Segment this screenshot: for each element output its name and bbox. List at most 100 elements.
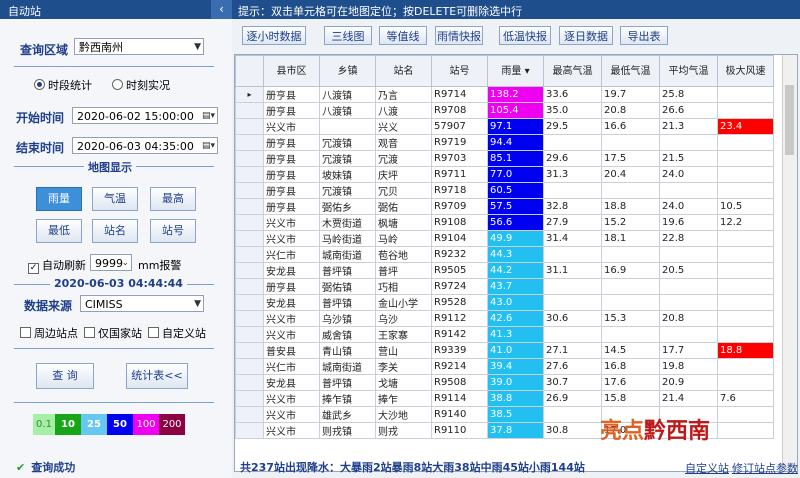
map-station-name-button[interactable]: 站名	[92, 219, 138, 243]
table-cell[interactable]: 15.8	[601, 390, 660, 407]
table-row[interactable]: 册亨县 八渡镇 八渡 R9708 105.4 35.0 20.8 26.6	[235, 102, 774, 119]
row-header[interactable]	[235, 262, 264, 279]
table-cell[interactable]: 12.2	[717, 214, 774, 231]
table-cell[interactable]: 观音	[375, 134, 432, 151]
nearby-stations-checkbox[interactable]: 周边站点	[20, 325, 78, 341]
table-cell[interactable]	[319, 118, 376, 135]
low-temp-report-button[interactable]: 低温快报	[499, 26, 551, 45]
table-cell[interactable]: 20.5	[659, 262, 718, 279]
hourly-data-button[interactable]: 逐小时数据	[242, 26, 306, 45]
table-cell[interactable]: 85.1	[487, 150, 544, 167]
table-cell[interactable]: 18.8	[601, 198, 660, 215]
table-cell[interactable]: 16.8	[601, 358, 660, 375]
table-cell[interactable]: 普坪镇	[319, 262, 376, 279]
row-header[interactable]	[235, 214, 264, 231]
col-header[interactable]: 平均气温	[659, 55, 718, 87]
table-cell[interactable]: R9104	[431, 230, 488, 247]
table-cell[interactable]: R9114	[431, 390, 488, 407]
table-cell[interactable]: 普坪镇	[319, 374, 376, 391]
table-cell[interactable]: 26.6	[659, 102, 718, 119]
table-row[interactable]: 册亨县 弼佑镇 巧相 R9724 43.7	[235, 278, 774, 295]
table-cell[interactable]	[543, 134, 602, 151]
table-cell[interactable]	[717, 406, 774, 423]
table-cell[interactable]: 31.4	[543, 230, 602, 247]
table-cell[interactable]: 44.3	[487, 246, 544, 263]
table-cell[interactable]: 城南街道	[319, 246, 376, 263]
table-cell[interactable]: 兴义	[375, 118, 432, 135]
table-row[interactable]: 安龙县 普坪镇 金山小学 R9528 43.0	[235, 294, 774, 311]
table-cell[interactable]: 冗渡镇	[319, 134, 376, 151]
row-header[interactable]	[235, 134, 264, 151]
table-cell[interactable]: 弼佑乡	[319, 198, 376, 215]
table-cell[interactable]: 普坪镇	[319, 294, 376, 311]
table-cell[interactable]: 19.8	[659, 358, 718, 375]
table-cell[interactable]: R9709	[431, 198, 488, 215]
table-cell[interactable]: 18.1	[601, 230, 660, 247]
table-cell[interactable]	[717, 278, 774, 295]
table-cell[interactable]: 20.8	[659, 310, 718, 327]
row-header[interactable]	[235, 310, 264, 327]
table-cell[interactable]: 105.4	[487, 102, 544, 119]
table-cell[interactable]: 37.8	[487, 422, 544, 439]
table-row[interactable]: 普安县 青山镇 营山 R9339 41.0 27.1 14.5 17.7 18.8	[235, 342, 774, 359]
table-cell[interactable]	[717, 166, 774, 183]
alarm-threshold-select[interactable]: 9999 ⌄	[90, 254, 132, 271]
table-cell[interactable]	[543, 294, 602, 311]
table-cell[interactable]: 16.6	[601, 118, 660, 135]
table-cell[interactable]: R9719	[431, 134, 488, 151]
table-cell[interactable]: 冗贝	[375, 182, 432, 199]
map-max-button[interactable]: 最高	[150, 187, 196, 211]
table-cell[interactable]: 城南街道	[319, 358, 376, 375]
table-cell[interactable]: 李关	[375, 358, 432, 375]
col-header[interactable]: 最低气温	[601, 55, 660, 87]
table-cell[interactable]: 57.5	[487, 198, 544, 215]
table-cell[interactable]: 16.9	[601, 262, 660, 279]
table-row[interactable]: 册亨县 冗渡镇 观音 R9719 94.4	[235, 134, 774, 151]
scrollbar-thumb[interactable]	[785, 85, 794, 155]
table-cell[interactable]	[659, 134, 718, 151]
table-cell[interactable]	[717, 230, 774, 247]
row-header[interactable]	[235, 246, 264, 263]
table-cell[interactable]: 20.8	[601, 102, 660, 119]
table-cell[interactable]: 20.9	[659, 374, 718, 391]
table-cell[interactable]	[717, 262, 774, 279]
row-header[interactable]	[235, 198, 264, 215]
table-row[interactable]: ▸ 册亨县 八渡镇 乃言 R9714 138.2 33.6 19.7 25.8	[235, 86, 774, 103]
table-cell[interactable]: 30.6	[543, 310, 602, 327]
map-rain-button[interactable]: 雨量	[36, 187, 82, 211]
table-cell[interactable]: 王家寨	[375, 326, 432, 343]
table-cell[interactable]: 兴仁市	[263, 358, 320, 375]
table-cell[interactable]: 39.4	[487, 358, 544, 375]
table-cell[interactable]: R9110	[431, 422, 488, 439]
table-cell[interactable]	[543, 278, 602, 295]
table-cell[interactable]: 巧相	[375, 278, 432, 295]
table-cell[interactable]: 弼佑镇	[319, 278, 376, 295]
table-cell[interactable]: R9112	[431, 310, 488, 327]
table-cell[interactable]: 戈塘	[375, 374, 432, 391]
table-cell[interactable]: R9714	[431, 86, 488, 103]
col-header[interactable]: 站名	[375, 55, 432, 87]
row-header[interactable]	[235, 406, 264, 423]
table-cell[interactable]: 册亨县	[263, 182, 320, 199]
table-cell[interactable]: 14.5	[601, 342, 660, 359]
table-cell[interactable]	[659, 182, 718, 199]
table-cell[interactable]: 97.1	[487, 118, 544, 135]
query-button[interactable]: 查 询	[36, 363, 94, 389]
table-cell[interactable]: 21.4	[659, 390, 718, 407]
table-cell[interactable]: 42.6	[487, 310, 544, 327]
current-row-marker[interactable]: ▸	[235, 86, 264, 103]
table-cell[interactable]: 马岭	[375, 230, 432, 247]
table-cell[interactable]: 26.9	[543, 390, 602, 407]
auto-refresh-checkbox[interactable]: ✓ 自动刷新	[28, 257, 86, 274]
table-cell[interactable]: 94.4	[487, 134, 544, 151]
table-cell[interactable]: 册亨县	[263, 150, 320, 167]
table-cell[interactable]	[543, 326, 602, 343]
table-cell[interactable]: R9724	[431, 278, 488, 295]
table-row[interactable]: 安龙县 普坪镇 戈塘 R9508 39.0 30.7 17.6 20.9	[235, 374, 774, 391]
table-cell[interactable]: 威舍镇	[319, 326, 376, 343]
table-cell[interactable]: 捧乍	[375, 390, 432, 407]
contour-button[interactable]: 等值线	[379, 26, 427, 45]
table-cell[interactable]: 32.8	[543, 198, 602, 215]
table-cell[interactable]: 兴义市	[263, 118, 320, 135]
table-cell[interactable]: 冗渡	[375, 150, 432, 167]
